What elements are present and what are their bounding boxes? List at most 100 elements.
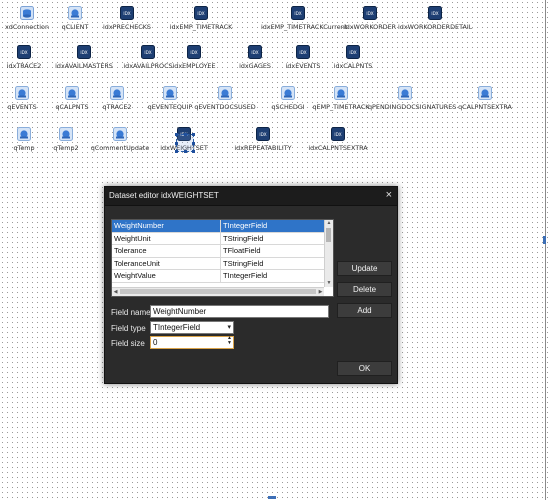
table-row[interactable]: WeightNumber TIntegerField: [112, 220, 324, 233]
query-icon[interactable]: [59, 127, 73, 141]
query-icon[interactable]: [110, 86, 124, 100]
component-qtemp2[interactable]: qTemp2: [53, 127, 79, 152]
selection-handle[interactable]: [184, 133, 187, 136]
field-size-stepper[interactable]: 0 ▲ ▼: [150, 336, 234, 349]
selection-handle[interactable]: [192, 150, 195, 153]
dataset-icon[interactable]: IDX: [77, 45, 91, 59]
dataset-icon[interactable]: IDX: [187, 45, 201, 59]
dataset-icon[interactable]: IDX: [296, 45, 310, 59]
spin-arrows-icon[interactable]: ▲ ▼: [227, 336, 232, 346]
component-idxtrace2[interactable]: IDX idxTRACE2: [7, 45, 41, 70]
field-type-label: Field type: [111, 324, 146, 333]
component-qcalpnts[interactable]: qCALPNTS: [55, 86, 89, 111]
field-type-cell: TStringField: [220, 232, 324, 245]
scroll-left-icon[interactable]: ◀: [112, 288, 119, 296]
dialog-title: Dataset editor idxWEIGHTSET: [109, 191, 219, 200]
component-idxavailmasters[interactable]: IDX idxAVAILMASTERS: [55, 45, 113, 70]
component-idxemp-timetrackcurrent[interactable]: IDX idxEMP_TIMETRACKCurrent: [261, 6, 347, 31]
component-idxemployee[interactable]: IDX idxEMPLOYEE: [172, 45, 216, 70]
component-idxevents[interactable]: IDX idxEVENTS: [286, 45, 320, 70]
query-icon[interactable]: [17, 127, 31, 141]
component-qpendingdocsignatures[interactable]: qPENDINGDOCSIGNATURES: [368, 86, 456, 111]
table-row[interactable]: WeightValue TIntegerField: [112, 269, 324, 283]
table-row[interactable]: ToleranceUnit TStringField: [112, 257, 324, 270]
query-icon[interactable]: [218, 86, 232, 100]
component-idxavailprocs[interactable]: IDX idxAVAILPROCS: [123, 45, 173, 70]
scroll-right-icon[interactable]: ▶: [317, 288, 324, 296]
dataset-icon[interactable]: IDX: [194, 6, 208, 20]
selection-frame: [175, 133, 195, 153]
component-label: qPENDINGDOCSIGNATURES: [368, 103, 457, 111]
component-qeventdocsused[interactable]: qEVENTDOCSUSED: [194, 86, 256, 111]
component-qeventequip[interactable]: qEVENTEQUIP: [148, 86, 192, 111]
field-size-value: 0: [153, 338, 158, 347]
component-idxprechecks[interactable]: IDX idxPRECHECKS: [103, 6, 151, 31]
query-icon[interactable]: [65, 86, 79, 100]
component-qcommentupdate[interactable]: qCommentUpdate: [91, 127, 149, 152]
selection-handle[interactable]: [175, 150, 178, 153]
component-idxcalpnts[interactable]: IDX idxCALPNTS: [334, 45, 372, 70]
field-type-cell: TIntegerField: [220, 220, 324, 233]
selection-handle[interactable]: [175, 142, 178, 145]
update-button[interactable]: Update: [337, 261, 392, 276]
table-row[interactable]: Tolerance TFloatField: [112, 244, 324, 258]
query-icon[interactable]: [113, 127, 127, 141]
component-idxcalpntsextra[interactable]: IDX idxCALPNTSEXTRA: [308, 127, 368, 152]
component-qclient[interactable]: qCLIENT: [62, 6, 88, 31]
table-row[interactable]: WeightUnit TStringField: [112, 232, 324, 245]
dialog-titlebar[interactable]: Dataset editor idxWEIGHTSET ×: [105, 187, 397, 206]
selection-handle[interactable]: [192, 133, 195, 136]
delete-button[interactable]: Delete: [337, 282, 392, 297]
query-icon[interactable]: [68, 6, 82, 20]
query-icon[interactable]: [281, 86, 295, 100]
component-qtemp[interactable]: qTemp: [13, 127, 35, 152]
component-idxgages[interactable]: IDX idxGAGES: [239, 45, 271, 70]
field-name-input[interactable]: WeightNumber: [150, 305, 329, 318]
component-idxrepeatability[interactable]: IDX idxREPEATABILITY: [234, 127, 292, 152]
query-icon[interactable]: [163, 86, 177, 100]
dataset-icon[interactable]: IDX: [248, 45, 262, 59]
scroll-up-icon[interactable]: ▲: [325, 220, 333, 227]
component-qtrace2[interactable]: qTRACE2: [103, 86, 131, 111]
field-type-select[interactable]: TIntegerField ▾: [150, 321, 234, 334]
vertical-scrollbar[interactable]: ▲ ▼: [324, 220, 333, 287]
query-icon[interactable]: [478, 86, 492, 100]
svg-text:IDX: IDX: [20, 50, 27, 55]
component-xdconnection[interactable]: xdConnection: [5, 6, 49, 31]
field-list-grid[interactable]: WeightNumber TIntegerField WeightUnit TStri…: [111, 219, 334, 297]
dataset-icon[interactable]: IDX: [291, 6, 305, 20]
scroll-down-icon[interactable]: ▼: [325, 280, 333, 287]
connection-icon[interactable]: [20, 6, 34, 20]
component-qcalpntsextra[interactable]: qCALPNTSEXTRA: [458, 86, 512, 111]
component-qemp-timetrack[interactable]: qEMP_TIMETRACK: [313, 86, 370, 111]
query-icon[interactable]: [15, 86, 29, 100]
selection-handle[interactable]: [184, 150, 187, 153]
horizontal-scrollbar[interactable]: ◀ ▶: [112, 287, 324, 296]
dataset-icon[interactable]: IDX: [346, 45, 360, 59]
ok-button[interactable]: OK: [337, 361, 392, 376]
selection-handle[interactable]: [175, 133, 178, 136]
component-idxemp-timetrack[interactable]: IDX idxEMP_TIMETRACK: [170, 6, 232, 31]
dataset-icon[interactable]: IDX: [17, 45, 31, 59]
dataset-icon[interactable]: IDX: [428, 6, 442, 20]
dataset-icon[interactable]: IDX: [256, 127, 270, 141]
close-icon[interactable]: ×: [386, 189, 392, 201]
dataset-icon[interactable]: IDX: [363, 6, 377, 20]
query-icon[interactable]: [334, 86, 348, 100]
svg-text:IDX: IDX: [251, 50, 258, 55]
component-idxworkorderdetail[interactable]: IDX idxWORKORDERDETAIL: [398, 6, 472, 31]
field-type-cell: TIntegerField: [220, 269, 324, 283]
add-button[interactable]: Add: [337, 303, 392, 318]
dataset-icon[interactable]: IDX: [331, 127, 345, 141]
dataset-icon[interactable]: IDX: [120, 6, 134, 20]
chevron-down-icon[interactable]: ▾: [227, 322, 231, 333]
query-icon[interactable]: [398, 86, 412, 100]
component-idxworkorder[interactable]: IDX idxWORKORDER: [344, 6, 396, 31]
component-qschedgi[interactable]: qSCHEDGI: [271, 86, 305, 111]
component-qevents[interactable]: qEVENTS: [7, 86, 37, 111]
vertical-scroll-thumb[interactable]: [326, 228, 331, 242]
horizontal-scroll-thumb[interactable]: [120, 289, 316, 294]
selection-handle[interactable]: [192, 142, 195, 145]
dataset-editor-dialog[interactable]: Dataset editor idxWEIGHTSET × WeightNumb…: [104, 186, 398, 384]
dataset-icon[interactable]: IDX: [141, 45, 155, 59]
